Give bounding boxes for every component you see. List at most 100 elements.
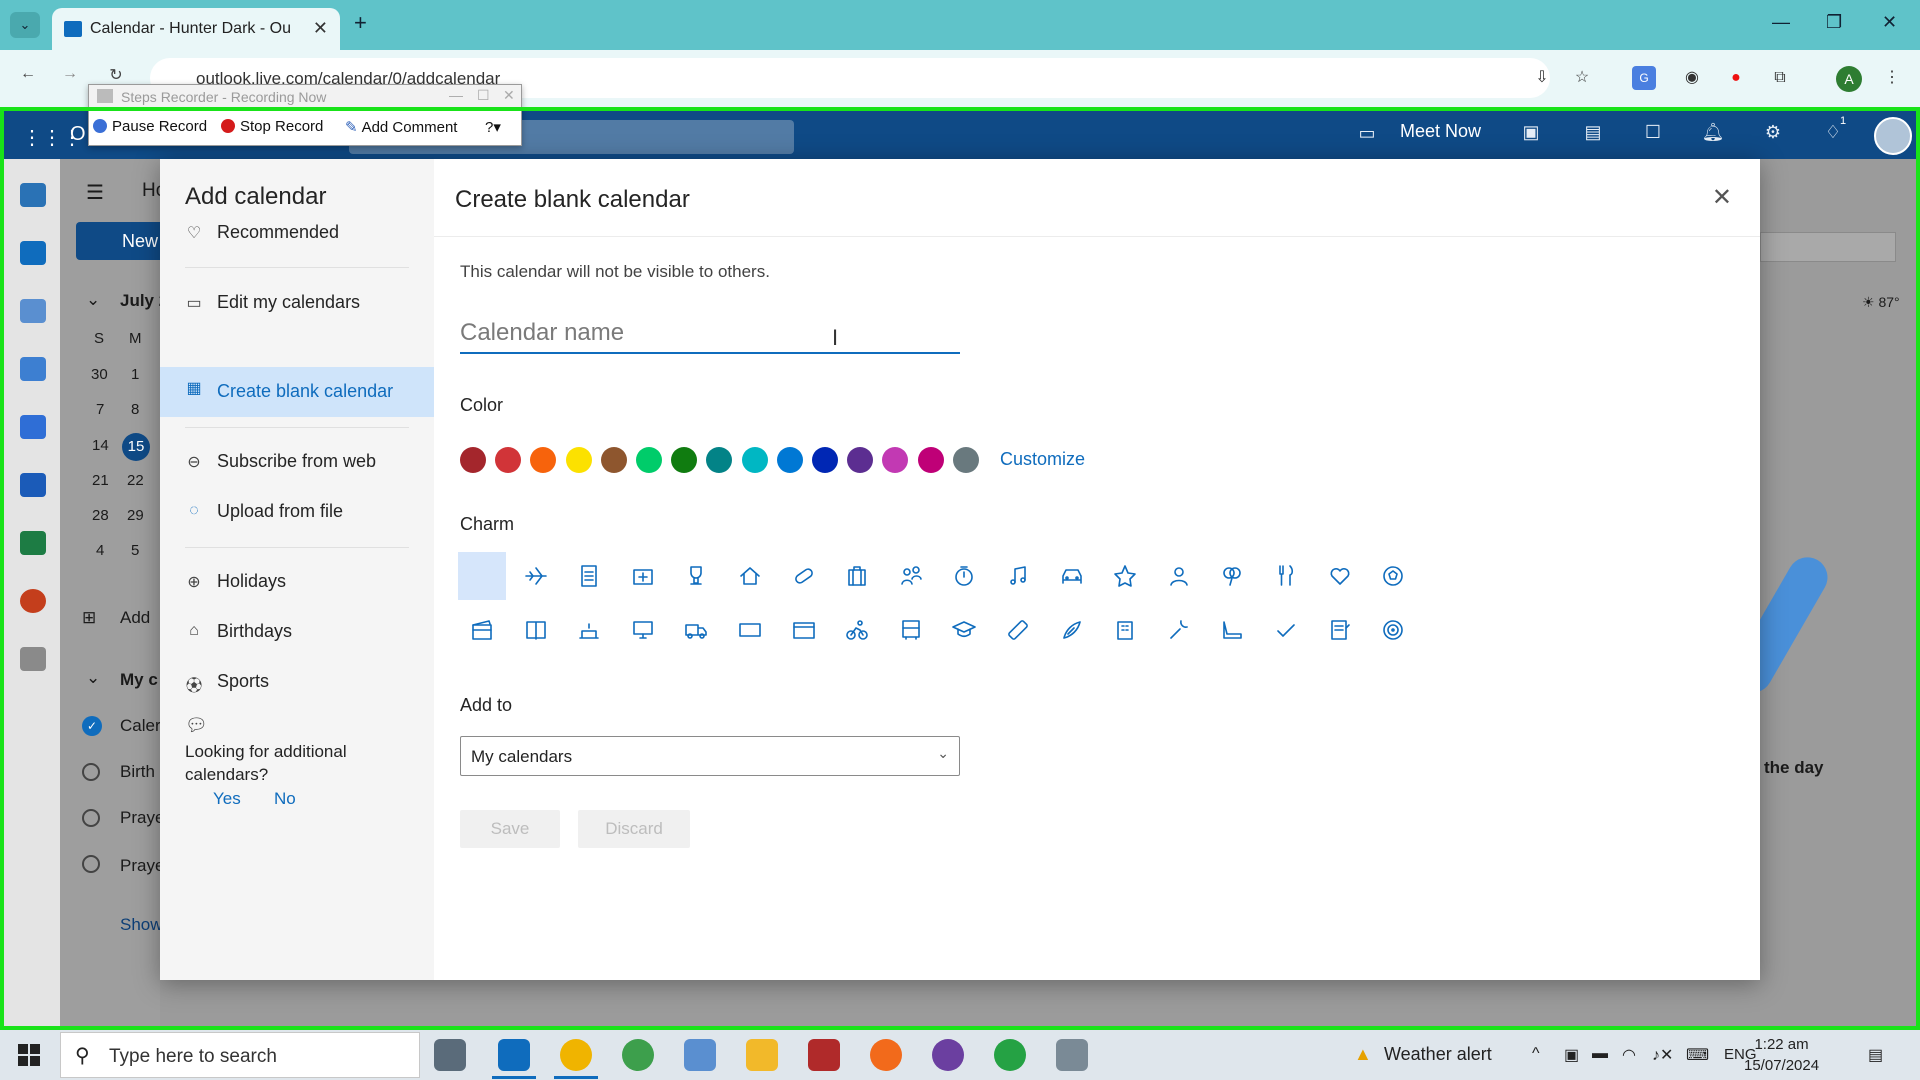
help-dropdown-icon[interactable]: ?▾ (485, 118, 501, 136)
soccer-ball-icon[interactable] (1369, 552, 1417, 600)
camera-extension-icon[interactable]: ◉ (1680, 66, 1704, 90)
network-app-icon[interactable] (684, 1039, 716, 1071)
mini-calendar-day[interactable]: 14 (92, 437, 109, 454)
notes-icon[interactable] (1316, 606, 1364, 654)
tray-chevron-icon[interactable]: ^ (1532, 1045, 1540, 1063)
wrench-icon[interactable] (1155, 606, 1203, 654)
stop-record-button[interactable]: Stop Record (221, 118, 323, 135)
airplane-icon[interactable] (512, 552, 560, 600)
mini-calendar-day[interactable]: 28 (92, 507, 109, 524)
close-icon[interactable]: ✕ (1712, 183, 1732, 212)
tray-device-icon[interactable]: ▣ (1564, 1045, 1579, 1065)
music-icon[interactable] (994, 552, 1042, 600)
chrome-app-icon[interactable] (560, 1039, 592, 1071)
nav-holidays[interactable]: ⊕ Holidays (160, 557, 434, 607)
calendar-list-item[interactable]: Birth (120, 762, 155, 782)
color-swatch[interactable] (812, 447, 838, 473)
mail-icon[interactable] (20, 183, 46, 207)
color-swatch[interactable] (741, 447, 768, 473)
wallet-icon[interactable] (780, 606, 828, 654)
onenote-icon[interactable]: ▤ (1580, 122, 1606, 148)
restore-icon[interactable]: ❐ (1826, 12, 1842, 33)
calendar-checked-icon[interactable]: ✓ (82, 716, 102, 736)
nav-recommended[interactable]: ♡ Recommended (160, 208, 434, 258)
people-icon[interactable] (887, 552, 935, 600)
movie-icon[interactable] (458, 606, 506, 654)
chrome-profile-app-icon[interactable] (622, 1039, 654, 1071)
document-icon[interactable] (565, 552, 613, 600)
volume-muted-icon[interactable]: ♪✕ (1652, 1045, 1673, 1065)
groups-icon[interactable] (20, 357, 46, 381)
customize-color-link[interactable]: Customize (1000, 449, 1085, 470)
color-swatch[interactable] (882, 447, 909, 473)
powerpoint-icon[interactable] (20, 589, 46, 613)
install-app-icon[interactable]: ⇩ (1530, 66, 1554, 90)
add-comment-button[interactable]: ✎ Add Comment (345, 118, 457, 136)
calendar-list-item[interactable]: Caler (120, 716, 161, 736)
steps-close-icon[interactable]: ✕ (503, 87, 515, 104)
hamburger-icon[interactable]: ☰ (86, 180, 104, 205)
adblock-extension-icon[interactable]: ● (1724, 66, 1748, 90)
show-more-link[interactable]: Show (120, 915, 163, 935)
heart-icon[interactable] (1316, 552, 1364, 600)
discard-button[interactable]: Discard (578, 810, 690, 848)
shoe-icon[interactable] (1208, 606, 1256, 654)
luggage-icon[interactable] (833, 552, 881, 600)
mini-calendar-day[interactable]: 30 (91, 366, 108, 383)
excel-icon[interactable] (20, 531, 46, 555)
target-icon[interactable] (1369, 606, 1417, 654)
tab-search-button[interactable]: ⌄ (10, 12, 40, 38)
cake-icon[interactable] (565, 606, 613, 654)
bandage-icon[interactable] (994, 606, 1042, 654)
postman-app-icon[interactable] (870, 1039, 902, 1071)
steps-maximize-icon[interactable]: ☐ (477, 87, 490, 104)
whatsapp-app-icon[interactable] (994, 1039, 1026, 1071)
color-swatch[interactable] (776, 447, 803, 473)
keyboard-icon[interactable]: ⌨ (1686, 1045, 1709, 1065)
calendar-icon[interactable] (20, 241, 46, 265)
browser-tab[interactable]: Calendar - Hunter Dark - Outlook ✕ (52, 8, 340, 50)
calendar-toggle[interactable] (82, 809, 100, 827)
person-icon[interactable] (1155, 552, 1203, 600)
forward-icon[interactable]: → (60, 65, 80, 85)
cycling-icon[interactable] (833, 606, 881, 654)
browser-menu-icon[interactable]: ⋮ (1880, 66, 1904, 90)
mini-calendar-day[interactable]: 4 (96, 542, 104, 559)
notifications-bell-icon[interactable]: 🔔︎ (1700, 122, 1726, 148)
new-event-button[interactable]: New (76, 222, 166, 260)
mini-calendar-today[interactable]: 15 (122, 433, 150, 461)
nav-subscribe-from-web[interactable]: ⊖ Subscribe from web (160, 437, 434, 487)
new-tab-icon[interactable]: + (354, 10, 367, 36)
calendar-list-item[interactable]: Praye (120, 856, 164, 876)
settings-gear-icon[interactable]: ⚙ (1760, 122, 1786, 148)
color-swatch[interactable] (847, 447, 874, 473)
color-swatch[interactable] (917, 447, 944, 473)
steps-recorder-app-icon[interactable] (1056, 1039, 1088, 1071)
windows-start-icon[interactable] (18, 1044, 40, 1066)
star-icon[interactable] (1101, 552, 1149, 600)
add-to-dropdown[interactable]: My calendars ⌄ (460, 736, 960, 776)
more-apps-icon[interactable] (20, 647, 46, 671)
book-icon[interactable] (512, 606, 560, 654)
nav-sports[interactable]: ⚽︎ Sports (160, 657, 434, 707)
briefcase-medical-icon[interactable] (619, 552, 667, 600)
color-swatch[interactable] (952, 447, 979, 473)
bus-icon[interactable] (887, 606, 935, 654)
month-collapse-icon[interactable]: ⌄ (86, 290, 100, 310)
battery-icon[interactable]: ▬ (1592, 1045, 1608, 1063)
mini-calendar-day[interactable]: 5 (131, 542, 139, 559)
extensions-puzzle-icon[interactable]: ⧉ (1768, 66, 1792, 90)
color-swatch[interactable] (530, 447, 557, 473)
truck-icon[interactable] (672, 606, 720, 654)
home-icon[interactable] (726, 552, 774, 600)
graduation-cap-icon[interactable] (940, 606, 988, 654)
add-calendar-icon[interactable]: ⊞ (82, 608, 96, 628)
tab-close-icon[interactable]: ✕ (313, 18, 328, 39)
teams-icon[interactable]: ▣ (1518, 122, 1544, 148)
calendar-toggle[interactable] (82, 763, 100, 781)
taskbar-search-box[interactable]: ⚲ Type here to search (60, 1032, 420, 1078)
mini-calendar-day[interactable]: 22 (127, 472, 144, 489)
mini-calendar-day[interactable]: 29 (127, 507, 144, 524)
my-calendars-collapse-icon[interactable]: ⌄ (86, 668, 100, 688)
account-avatar[interactable] (1874, 117, 1912, 155)
